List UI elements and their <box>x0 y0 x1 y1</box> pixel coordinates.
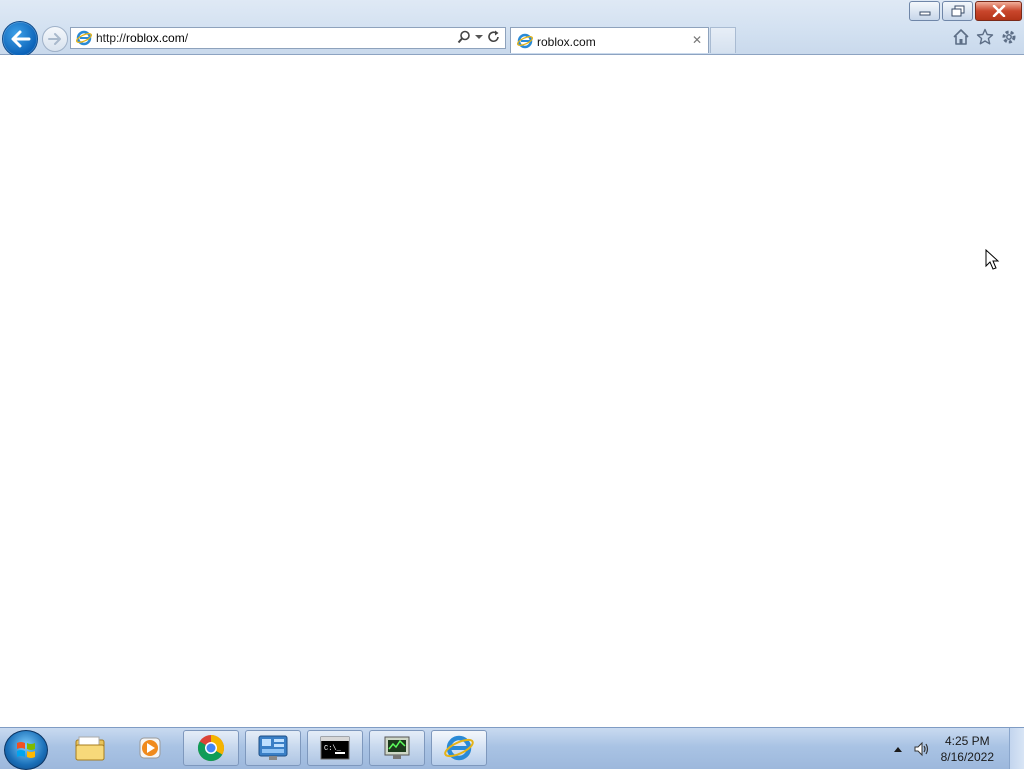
url-host: roblox.com <box>126 31 185 45</box>
taskbar-network-monitor[interactable] <box>369 730 425 766</box>
ie-logo-icon <box>76 30 92 46</box>
new-tab-button[interactable] <box>710 27 736 53</box>
url-suffix: / <box>184 31 189 45</box>
windows-logo-icon <box>17 742 35 758</box>
clock-time: 4:25 PM <box>944 733 990 748</box>
taskbar-command-prompt[interactable]: C:\_ <box>307 730 363 766</box>
home-button[interactable] <box>952 28 970 46</box>
close-window-button[interactable] <box>975 1 1022 21</box>
volume-icon[interactable] <box>913 741 931 757</box>
address-bar[interactable]: http://roblox.com/ <box>70 27 506 49</box>
forward-arrow-icon <box>48 33 61 45</box>
tab-title: roblox.com <box>537 35 596 49</box>
restore-button[interactable] <box>942 1 973 21</box>
internet-explorer-icon <box>444 735 474 761</box>
taskbar-server-manager[interactable] <box>245 730 301 766</box>
network-monitor-icon <box>384 736 410 759</box>
favorites-star-icon <box>976 28 994 45</box>
browser-tab[interactable]: roblox.com ✕ <box>510 27 709 53</box>
tools-button[interactable] <box>1000 28 1018 46</box>
command-prompt-icon: C:\_ <box>320 736 350 760</box>
browser-chrome: http://roblox.com/ roblox.com ✕ <box>0 0 1024 57</box>
server-manager-icon <box>258 735 288 760</box>
page-content <box>0 55 1024 727</box>
minimize-button[interactable] <box>909 1 940 21</box>
close-icon <box>992 5 1005 17</box>
gear-icon <box>1002 30 1016 44</box>
url-prefix: http:// <box>96 31 127 45</box>
folder-icon <box>75 736 105 761</box>
tab-close-button[interactable]: ✕ <box>692 33 702 47</box>
window-controls <box>909 1 1022 21</box>
show-desktop-button[interactable] <box>1009 728 1024 769</box>
clock[interactable]: 4:25 PM 8/16/2022 <box>941 733 994 765</box>
restore-icon <box>951 5 964 17</box>
taskbar-explorer[interactable] <box>62 730 118 766</box>
minimize-icon <box>919 11 930 16</box>
tab-ie-logo-icon <box>517 33 533 49</box>
mouse-cursor-icon <box>985 249 1000 270</box>
search-dropdown-icon[interactable] <box>475 34 483 40</box>
media-player-icon <box>139 737 161 759</box>
svg-text:C:\_: C:\_ <box>324 745 342 753</box>
chrome-icon <box>197 734 225 762</box>
favorites-button[interactable] <box>976 28 994 46</box>
taskbar: C:\_ 4:25 PM 8/16/2022 <box>0 727 1024 770</box>
command-icons <box>952 28 1018 46</box>
back-button[interactable] <box>2 21 38 57</box>
clock-date: 8/16/2022 <box>940 749 994 764</box>
refresh-icon[interactable] <box>487 30 501 44</box>
address-tools <box>457 30 501 44</box>
system-tray: 4:25 PM 8/16/2022 <box>893 728 994 769</box>
home-icon <box>953 29 969 45</box>
back-arrow-icon <box>11 30 31 48</box>
taskbar-internet-explorer[interactable] <box>431 730 487 766</box>
taskbar-chrome[interactable] <box>183 730 239 766</box>
show-hidden-icons-icon[interactable] <box>893 745 903 753</box>
search-icon[interactable] <box>457 30 471 44</box>
taskbar-media-player[interactable] <box>122 730 178 766</box>
address-url[interactable]: http://roblox.com/ <box>96 31 188 45</box>
forward-button[interactable] <box>42 26 68 52</box>
start-button[interactable] <box>4 730 48 770</box>
